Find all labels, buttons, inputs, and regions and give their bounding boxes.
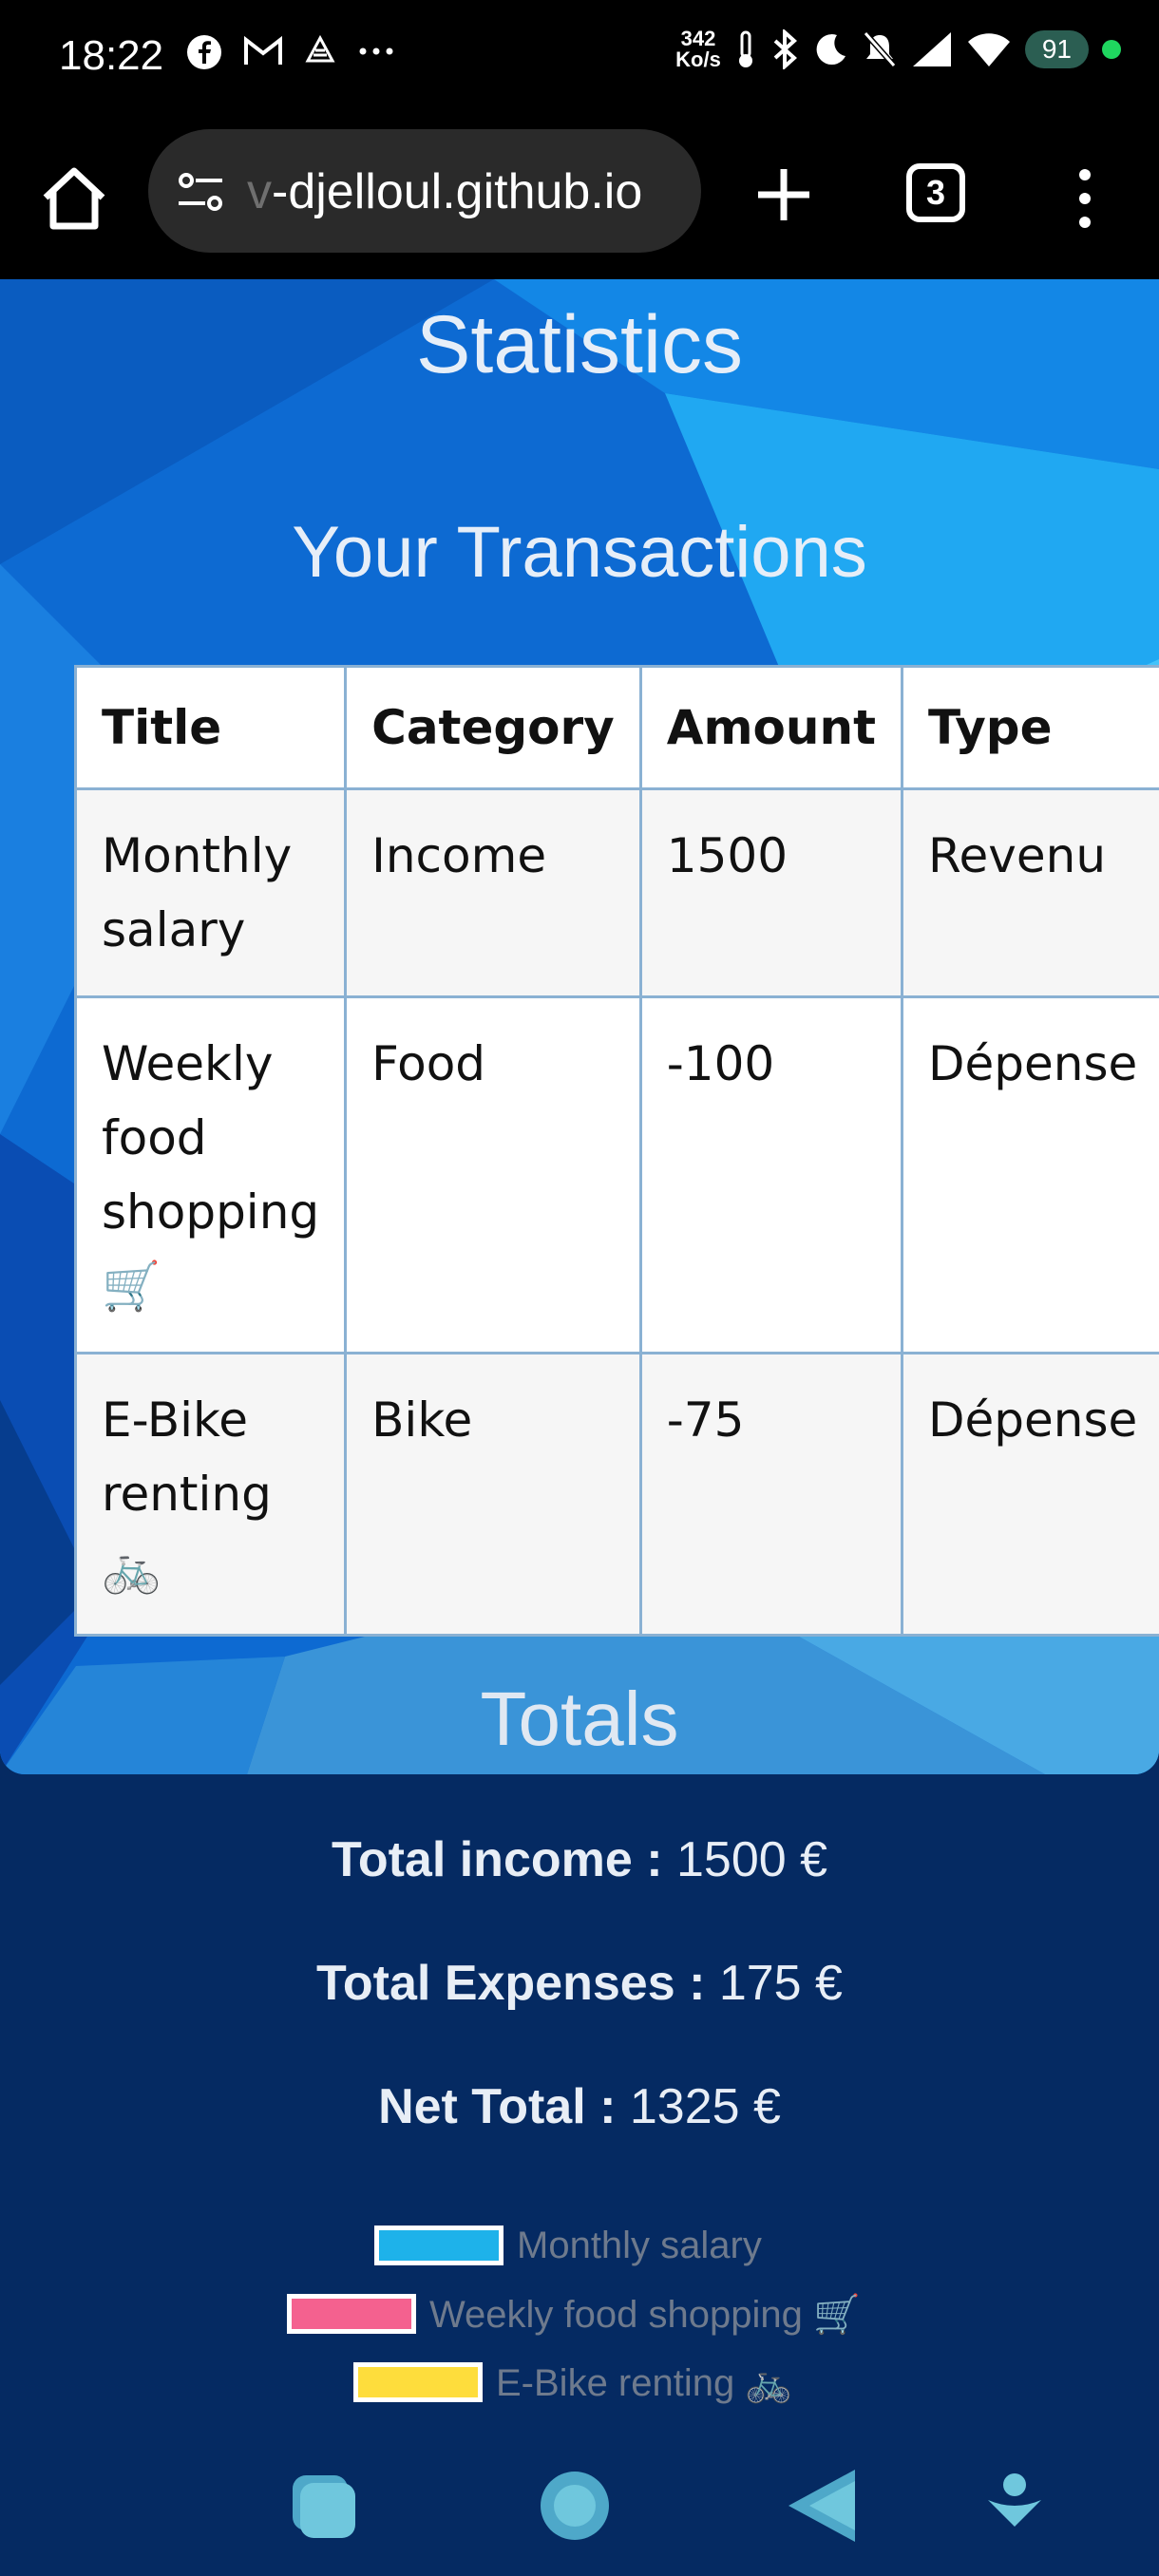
- transactions-table: Title Category Amount Type Monthly salar…: [73, 665, 1159, 1637]
- wifi-icon: [967, 33, 1010, 66]
- header-title: Title: [73, 665, 348, 790]
- net-total-label: Net Total :: [378, 2079, 617, 2134]
- cell-title: Weekly food shopping 🛒: [73, 995, 348, 1354]
- home-circle-icon[interactable]: [541, 2472, 609, 2540]
- header-amount: Amount: [638, 665, 904, 790]
- do-not-disturb-moon-icon: [816, 34, 846, 66]
- total-income-value: 1500 €: [676, 1832, 828, 1887]
- legend-swatch: [374, 2226, 504, 2265]
- more-notifications-icon: [359, 47, 393, 55]
- site-settings-icon[interactable]: [175, 165, 228, 218]
- statistics-heading: Statistics: [415, 299, 744, 390]
- facebook-icon: [187, 35, 221, 69]
- cellular-signal-icon: [912, 32, 951, 66]
- legend-swatch: [353, 2362, 483, 2402]
- tab-switcher-button[interactable]: 3: [906, 163, 965, 222]
- status-indicators: 342 Ko/s 91: [675, 28, 1121, 70]
- cell-title: E-Bike renting 🚲: [73, 1352, 348, 1637]
- cell-amount: -75: [638, 1352, 904, 1637]
- status-bar: 18:22 342 Ko/s 91: [0, 0, 1159, 118]
- net-speed: 342 Ko/s: [675, 27, 721, 71]
- new-tab-icon[interactable]: [750, 161, 817, 228]
- header-category: Category: [344, 665, 642, 790]
- table-row: Monthly salary Income 1500 Revenu: [73, 787, 1159, 998]
- total-income: Total income : 1500 €: [0, 1831, 1159, 1888]
- overflow-menu-icon[interactable]: [1066, 165, 1104, 232]
- home-icon[interactable]: [36, 160, 112, 236]
- legend-label: E-Bike renting 🚲: [496, 2361, 793, 2404]
- bluetooth-icon: [773, 29, 797, 69]
- status-time: 18:22: [59, 32, 164, 79]
- cell-type: Dépense: [901, 1352, 1159, 1637]
- app-notification-icon: [305, 34, 335, 63]
- legend-item[interactable]: Weekly food shopping 🛒: [287, 2291, 861, 2337]
- gmail-icon: [244, 35, 282, 65]
- url-text[interactable]: v-djelloul.github.io: [247, 163, 684, 220]
- cell-category: Bike: [344, 1352, 642, 1637]
- total-expenses-label: Total Expenses :: [316, 1956, 706, 2011]
- muted-bell-icon: [863, 31, 897, 67]
- hero-section: Statistics Your Transactions Title Categ…: [0, 279, 1159, 1774]
- legend-item[interactable]: Monthly salary: [374, 2223, 762, 2268]
- browser-toolbar: v-djelloul.github.io 3: [0, 118, 1159, 279]
- cell-amount: -100: [638, 995, 904, 1354]
- address-bar[interactable]: v-djelloul.github.io: [148, 129, 701, 253]
- recents-icon[interactable]: [293, 2475, 355, 2538]
- net-total-value: 1325 €: [629, 2079, 781, 2134]
- table-header-row: Title Category Amount Type: [73, 665, 1159, 790]
- table-row: Weekly food shopping 🛒 Food -100 Dépense: [73, 995, 1159, 1354]
- hide-keyboard-icon[interactable]: [988, 2473, 1041, 2527]
- cell-category: Food: [344, 995, 642, 1354]
- net-total: Net Total : 1325 €: [0, 2078, 1159, 2135]
- total-income-label: Total income :: [331, 1832, 663, 1887]
- cell-title: Monthly salary: [73, 787, 348, 998]
- notification-icons: [186, 34, 395, 70]
- system-nav-bar: [293, 2470, 1041, 2542]
- cell-amount: 1500: [638, 787, 904, 998]
- totals-heading: Totals: [480, 1676, 679, 1761]
- legend-label: Monthly salary: [517, 2224, 762, 2266]
- transactions-heading: Your Transactions: [292, 512, 867, 593]
- legend-item[interactable]: E-Bike renting 🚲: [353, 2359, 792, 2405]
- header-type: Type: [901, 665, 1159, 790]
- privacy-dot-icon: [1102, 40, 1121, 59]
- legend-swatch: [287, 2294, 416, 2334]
- thermometer-icon: [738, 30, 752, 67]
- cell-type: Dépense: [901, 995, 1159, 1354]
- cell-type: Revenu: [901, 787, 1159, 998]
- back-icon[interactable]: [788, 2470, 855, 2542]
- total-expenses: Total Expenses : 175 €: [0, 1955, 1159, 2012]
- table-row: E-Bike renting 🚲 Bike -75 Dépense: [73, 1352, 1159, 1637]
- battery-indicator: 91: [1024, 30, 1089, 68]
- legend-label: Weekly food shopping 🛒: [429, 2293, 861, 2336]
- total-expenses-value: 175 €: [718, 1956, 843, 2011]
- cell-category: Income: [344, 787, 642, 998]
